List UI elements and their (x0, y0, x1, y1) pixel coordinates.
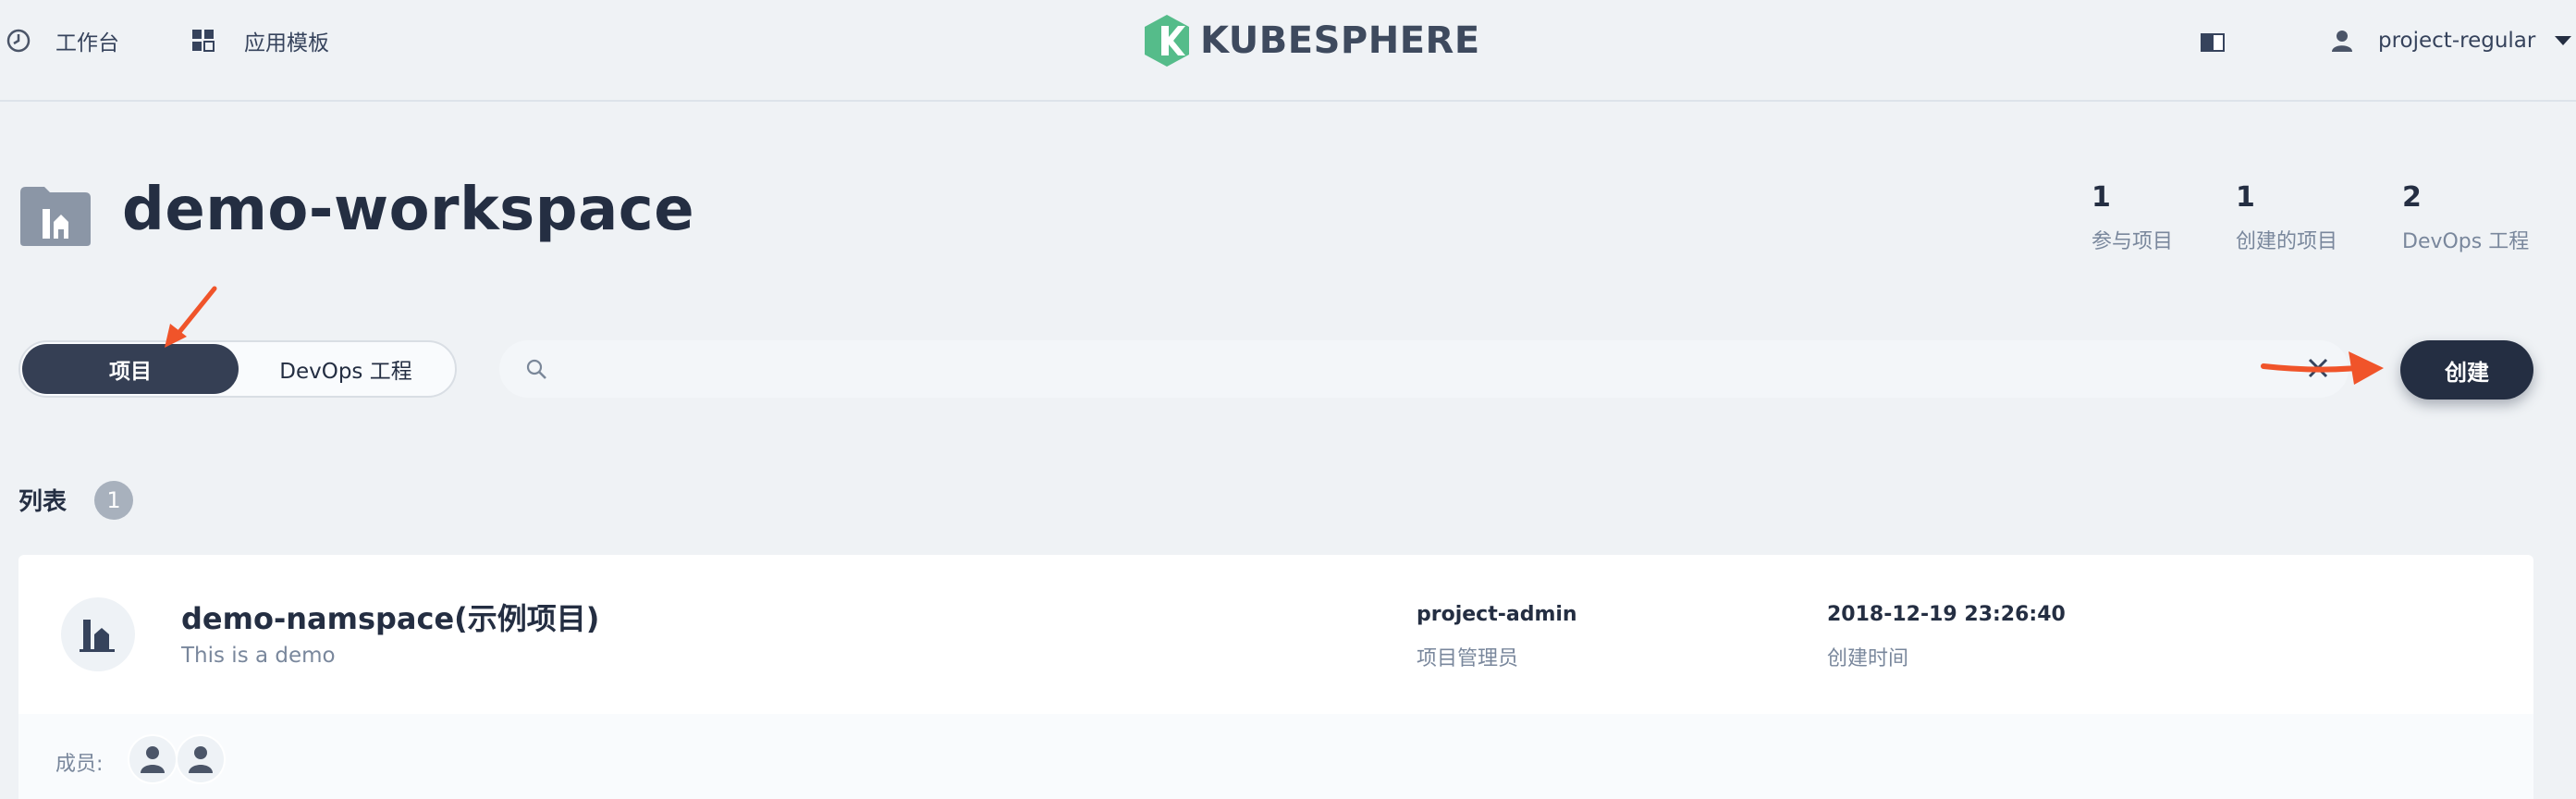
member-avatar[interactable] (128, 734, 178, 784)
stat-created-projects: 1 创建的项目 (2236, 181, 2337, 254)
nav-workbench-label: 工作台 (55, 31, 119, 55)
members-label: 成员: (55, 753, 104, 776)
project-card[interactable]: demo-namspace(示例项目) This is a demo proje… (18, 555, 2533, 799)
stat-value: 1 (2091, 181, 2111, 214)
brand-name: KUBESPHERE (1200, 19, 1480, 62)
search-icon (526, 359, 546, 379)
stat-participating-projects: 1 参与项目 (2091, 181, 2173, 254)
project-icon-wrap (61, 597, 135, 671)
project-description: This is a demo (181, 644, 336, 668)
workspace-folder-icon (20, 187, 91, 246)
list-count-badge: 1 (94, 481, 133, 520)
kubesphere-logo-icon (1145, 15, 1189, 67)
stat-label: 创建的项目 (2236, 230, 2338, 253)
username: project-regular (2378, 29, 2536, 53)
caret-down-icon (2555, 36, 2572, 45)
user-menu[interactable]: project-regular (2330, 22, 2572, 59)
member-avatar-icon (141, 746, 165, 773)
project-creator-label: 项目管理员 (1417, 647, 1519, 670)
search-input[interactable] (564, 346, 2349, 392)
search-bar (499, 340, 2349, 398)
project-created-time: 2018-12-19 23:26:40 (1827, 603, 2066, 626)
project-name[interactable]: demo-namspace(示例项目) (181, 596, 599, 638)
member-avatar-icon (189, 746, 213, 773)
tab-devops[interactable]: DevOps 工程 (239, 344, 453, 394)
project-card-footer (18, 714, 2533, 799)
create-button[interactable]: 创建 (2400, 340, 2533, 400)
project-created-time-label: 创建时间 (1827, 647, 1909, 670)
project-icon (80, 620, 115, 652)
top-navigation: 工作台 应用模板 KUBESPHERE project-regular (0, 0, 2576, 102)
brand-logo[interactable]: KUBESPHERE (1143, 13, 1480, 68)
nav-app-templates[interactable]: 应用模板 (190, 22, 329, 59)
annotation-arrow-tabs (165, 286, 217, 348)
user-icon (2332, 31, 2352, 52)
nav-app-templates-label: 应用模板 (244, 31, 329, 55)
list-title: 列表 (18, 488, 67, 516)
stat-value: 1 (2236, 181, 2255, 214)
stat-devops-projects: 2 DevOps 工程 (2402, 181, 2529, 254)
workspace-title: demo-workspace (122, 176, 695, 244)
nav-workbench[interactable]: 工作台 (6, 22, 119, 59)
project-creator: project-admin (1417, 603, 1577, 626)
stat-label: DevOps 工程 (2402, 230, 2530, 253)
grid-icon (192, 30, 215, 52)
clock-icon (6, 29, 31, 53)
member-avatar[interactable] (176, 734, 226, 784)
tab-projects[interactable]: 项目 (22, 344, 239, 394)
annotation-arrow-create (2261, 351, 2384, 385)
stat-label: 参与项目 (2091, 230, 2174, 253)
project-type-tabs: 项目 DevOps 工程 (18, 340, 457, 398)
docs-icon[interactable] (2199, 31, 2226, 54)
stat-value: 2 (2402, 181, 2422, 214)
